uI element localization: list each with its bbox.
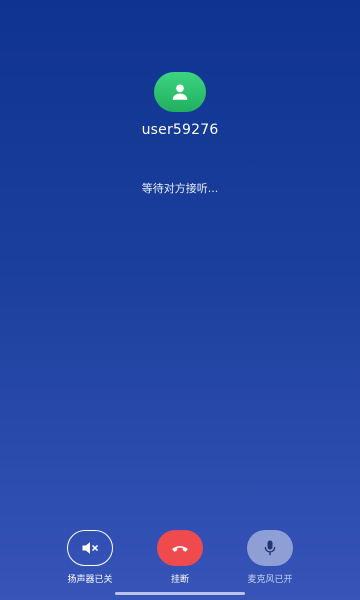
call-status: 等待对方接听... <box>141 182 219 195</box>
hangup-control: 挂断 <box>140 530 220 585</box>
speaker-control: 扬声器已关 <box>50 530 130 585</box>
phone-hangup-icon <box>172 546 188 552</box>
home-indicator[interactable] <box>115 592 245 595</box>
mic-button[interactable] <box>247 530 293 566</box>
avatar <box>154 72 206 112</box>
microphone-icon <box>264 540 276 556</box>
user-icon <box>172 84 188 100</box>
speaker-muted-icon <box>82 542 98 554</box>
caller-username: user59276 <box>141 122 219 138</box>
hangup-button[interactable] <box>157 530 203 566</box>
call-controls: 扬声器已关 挂断 麦克风已开 <box>0 530 360 590</box>
call-screen: user59276 等待对方接听... 扬声器已关 挂断 麦克风已开 <box>0 0 360 600</box>
speaker-label: 扬声器已关 <box>67 575 113 585</box>
speaker-button[interactable] <box>67 530 113 566</box>
mic-label: 麦克风已开 <box>247 575 293 585</box>
mic-control: 麦克风已开 <box>230 530 310 585</box>
hangup-label: 挂断 <box>170 575 189 585</box>
